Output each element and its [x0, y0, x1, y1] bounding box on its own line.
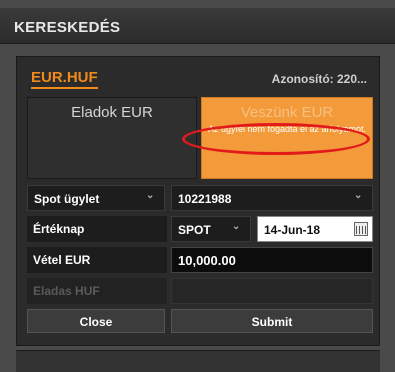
buy-eur-label: Veszünk EUR	[240, 104, 334, 121]
annotation-oval	[182, 123, 370, 155]
window-title: KERESKEDÉS	[14, 19, 121, 36]
buy-amount-input[interactable]: 10,000.00	[171, 247, 373, 273]
sell-amount-input[interactable]	[171, 278, 373, 304]
value-date-text: 14-Jun-18	[264, 223, 321, 237]
account-value: 10221988	[178, 192, 232, 206]
value-date-field[interactable]: 14-Jun-18	[257, 216, 373, 242]
value-date-type-select[interactable]: SPOT ⌄	[171, 216, 251, 242]
chevron-down-icon: ⌄	[354, 190, 363, 201]
deal-type-select[interactable]: Spot ügylet ⌄	[27, 185, 165, 211]
calendar-icon[interactable]	[354, 222, 368, 236]
sell-amount-label: Eladas HUF	[27, 278, 167, 304]
close-button[interactable]: Close	[27, 309, 165, 333]
deal-type-value: Spot ügylet	[34, 192, 100, 206]
title-bar: KERESKEDÉS	[0, 8, 395, 44]
ticket-identifier: Azonosító: 220...	[271, 72, 367, 86]
chevron-down-icon: ⌄	[146, 190, 155, 201]
row-sell-amount: Eladas HUF	[27, 278, 373, 304]
submit-button[interactable]: Submit	[171, 309, 373, 333]
row-deal-type: Spot ügylet ⌄ 10221988 ⌄	[27, 185, 373, 211]
buy-amount-label: Vétel EUR	[27, 247, 167, 273]
sell-eur-button[interactable]: Eladok EUR	[27, 97, 197, 179]
trade-ticket-panel: EUR.HUF Azonosító: 220... Eladok EUR Ves…	[16, 56, 380, 346]
sell-eur-label: Eladok EUR	[71, 104, 153, 121]
row-actions: Close Submit	[27, 309, 373, 335]
row-buy-amount: Vétel EUR 10,000.00	[27, 247, 373, 273]
row-value-date: Értéknap SPOT ⌄ 14-Jun-18	[27, 216, 373, 242]
account-select[interactable]: 10221988 ⌄	[171, 185, 373, 211]
app-window: KERESKEDÉS EUR.HUF Azonosító: 220... Ela…	[0, 0, 395, 372]
value-date-type: SPOT	[178, 223, 211, 237]
currency-pair-link[interactable]: EUR.HUF	[31, 69, 98, 89]
chevron-down-icon: ⌄	[232, 221, 241, 232]
value-date-label: Értéknap	[27, 216, 167, 242]
next-panel-edge	[16, 350, 380, 372]
